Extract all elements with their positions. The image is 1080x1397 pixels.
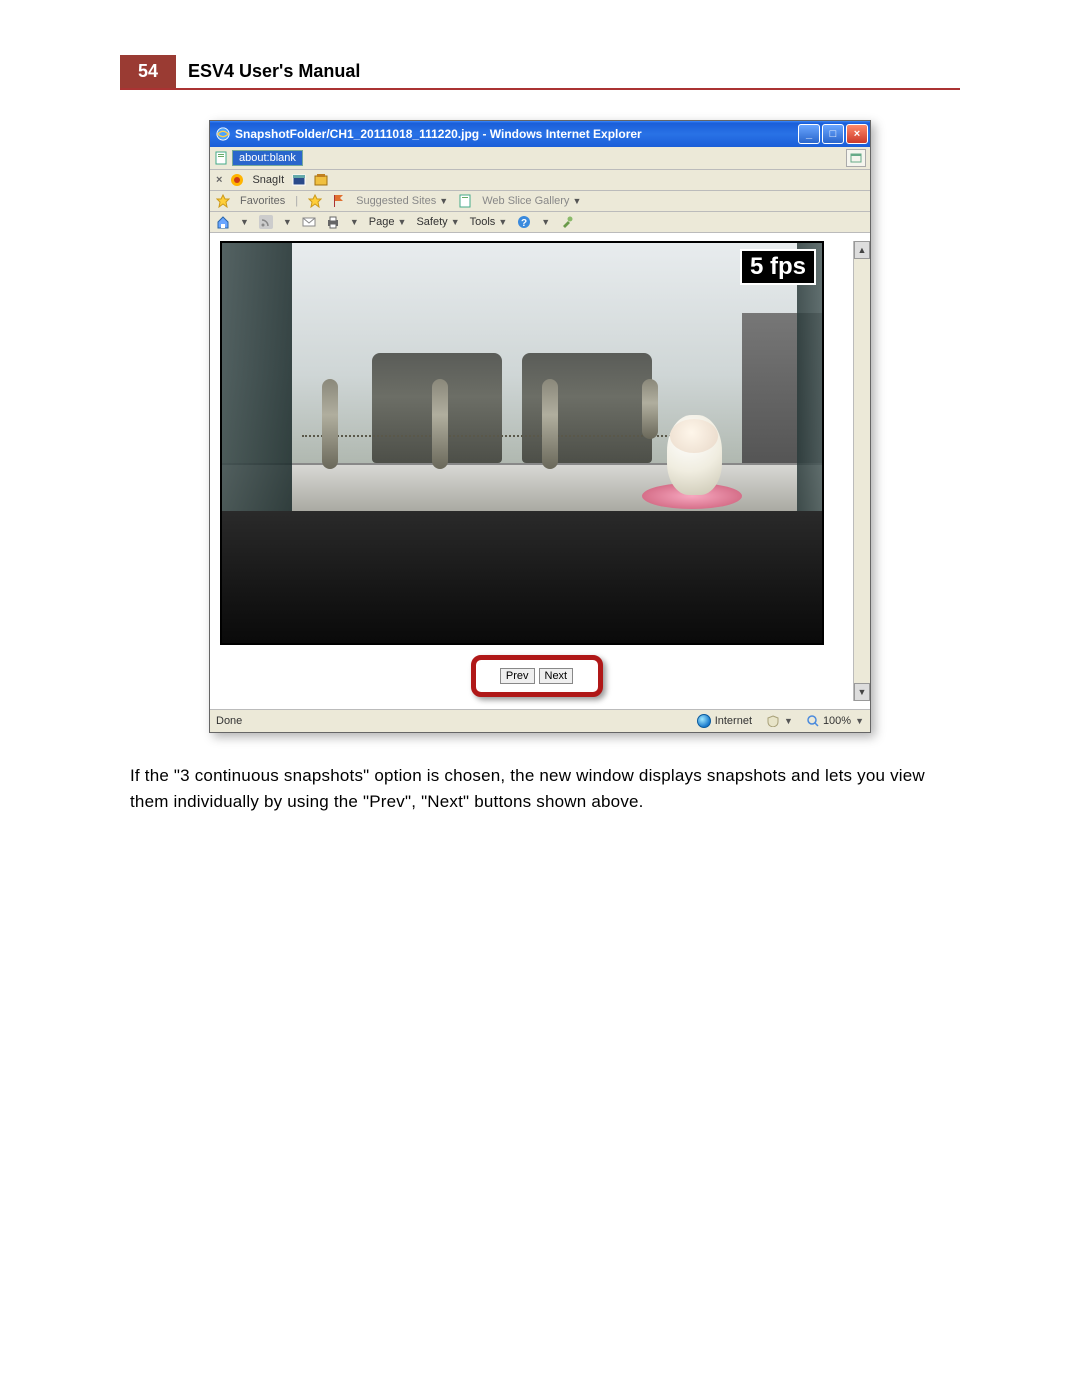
favorites-star-icon[interactable] bbox=[216, 194, 230, 208]
address-bar-row: about:blank bbox=[210, 147, 870, 170]
prev-next-highlight: Prev Next bbox=[471, 655, 603, 697]
snapshot-image: 5 fps bbox=[220, 241, 824, 645]
browser-content: 5 fps Prev Next ▲ ▼ bbox=[210, 233, 870, 709]
suggested-flag-icon bbox=[332, 194, 346, 208]
snagit-close[interactable]: × bbox=[216, 174, 222, 186]
webslice-icon bbox=[458, 194, 472, 208]
dev-tools-icon[interactable] bbox=[560, 215, 574, 229]
snagit-icon bbox=[230, 173, 244, 187]
snagit-toolbar: × SnagIt bbox=[210, 170, 870, 191]
page-menu[interactable]: Page ▼ bbox=[369, 216, 407, 228]
window-title: SnapshotFolder/CH1_20111018_111220.jpg -… bbox=[235, 127, 798, 141]
window-controls: _ □ × bbox=[798, 124, 868, 144]
svg-text:?: ? bbox=[521, 218, 527, 229]
scroll-up-button[interactable]: ▲ bbox=[854, 241, 870, 259]
status-bar: Done Internet ▼ 100% ▼ bbox=[210, 709, 870, 732]
screenshot-figure: SnapshotFolder/CH1_20111018_111220.jpg -… bbox=[209, 120, 871, 733]
prev-button[interactable]: Prev bbox=[500, 668, 535, 684]
close-button[interactable]: × bbox=[846, 124, 868, 144]
caption-text: If the "3 continuous snapshots" option i… bbox=[120, 763, 960, 816]
scroll-down-button[interactable]: ▼ bbox=[854, 683, 870, 701]
print-icon[interactable] bbox=[326, 215, 340, 229]
minimize-button[interactable]: _ bbox=[798, 124, 820, 144]
maximize-button[interactable]: □ bbox=[822, 124, 844, 144]
manual-page: 54 ESV4 User's Manual SnapshotFolder/CH1… bbox=[0, 0, 1080, 1033]
webslice-link[interactable]: Web Slice Gallery ▼ bbox=[482, 195, 581, 207]
snagit-capture-icon[interactable] bbox=[314, 173, 328, 187]
suggested-star-icon bbox=[308, 194, 322, 208]
protected-mode-icon[interactable]: ▼ bbox=[766, 715, 793, 727]
ie-logo-icon bbox=[216, 127, 230, 141]
status-text: Done bbox=[216, 715, 242, 727]
page-header: 54 ESV4 User's Manual bbox=[120, 55, 960, 90]
snagit-window-icon[interactable] bbox=[292, 173, 306, 187]
vertical-scrollbar[interactable]: ▲ ▼ bbox=[853, 241, 870, 701]
fps-badge: 5 fps bbox=[740, 249, 816, 285]
tools-menu[interactable]: Tools ▼ bbox=[470, 216, 508, 228]
document-title: ESV4 User's Manual bbox=[176, 55, 372, 88]
address-input[interactable]: about:blank bbox=[232, 150, 303, 166]
minimize-glyph: _ bbox=[806, 128, 812, 140]
suggested-sites-link[interactable]: Suggested Sites ▼ bbox=[356, 195, 448, 207]
mail-icon[interactable] bbox=[302, 215, 316, 229]
feeds-icon[interactable] bbox=[259, 215, 273, 229]
command-bar: ▼ ▼ ▼ Page ▼ Safety ▼ Tools ▼ ? ▼ bbox=[210, 212, 870, 233]
maximize-glyph: □ bbox=[830, 128, 837, 140]
zoom-control[interactable]: 100% ▼ bbox=[807, 715, 864, 727]
next-button[interactable]: Next bbox=[539, 668, 574, 684]
favorites-label[interactable]: Favorites bbox=[240, 195, 285, 207]
security-zone[interactable]: Internet bbox=[697, 714, 752, 728]
compat-view-button[interactable] bbox=[846, 149, 866, 167]
globe-icon bbox=[697, 714, 711, 728]
page-icon bbox=[214, 151, 228, 165]
home-icon[interactable] bbox=[216, 215, 230, 229]
help-icon[interactable]: ? bbox=[517, 215, 531, 229]
zoom-value: 100% bbox=[823, 715, 851, 727]
snagit-label: SnagIt bbox=[252, 174, 284, 186]
page-number: 54 bbox=[120, 55, 176, 88]
safety-menu[interactable]: Safety ▼ bbox=[416, 216, 459, 228]
favorites-bar: Favorites | Suggested Sites ▼ Web Slice … bbox=[210, 191, 870, 212]
close-glyph: × bbox=[854, 128, 860, 140]
window-titlebar[interactable]: SnapshotFolder/CH1_20111018_111220.jpg -… bbox=[210, 121, 870, 147]
zone-label: Internet bbox=[715, 715, 752, 727]
